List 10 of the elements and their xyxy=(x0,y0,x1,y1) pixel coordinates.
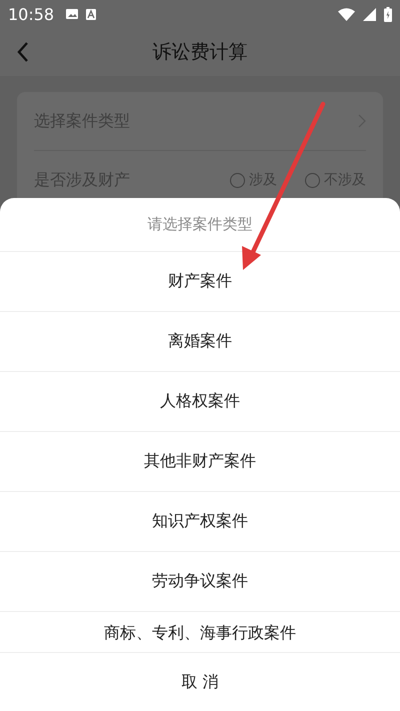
wifi-icon xyxy=(338,8,355,20)
status-time: 10:58 xyxy=(8,4,54,24)
image-icon xyxy=(66,9,78,19)
radio-circle[interactable] xyxy=(230,172,245,188)
signal-icon xyxy=(363,8,376,20)
battery-charging-icon xyxy=(384,6,392,22)
radio-circle[interactable] xyxy=(305,172,320,188)
sheet-title: 请选择案件类型 xyxy=(148,215,252,234)
font-icon xyxy=(86,8,96,20)
page-title: 诉讼费计算 xyxy=(152,40,248,65)
